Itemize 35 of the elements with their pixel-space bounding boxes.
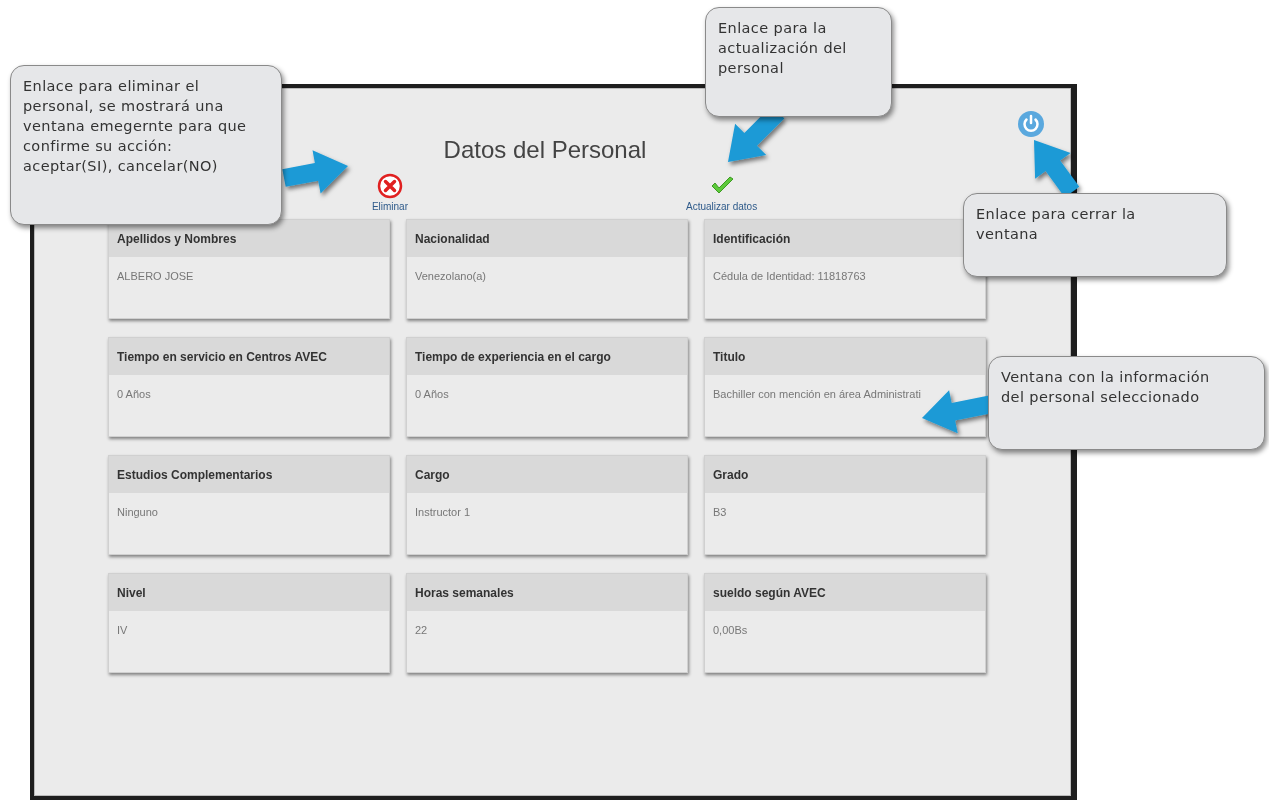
callout-note: Ventana con la información del personal seleccionado <box>988 356 1265 450</box>
field-label: Horas semanales <box>415 585 514 600</box>
field-label: sueldo según AVEC <box>713 585 826 600</box>
field-label: Cargo <box>415 467 450 482</box>
field-value: ALBERO JOSE <box>117 270 194 282</box>
power-icon <box>1016 109 1046 139</box>
field-value: 0 Años <box>117 388 151 400</box>
callout-note: Enlace para cerrar la ventana <box>963 193 1227 277</box>
field-value: Ninguno <box>117 506 158 518</box>
callout-note: Enlace para eliminar el personal, se mostrará una ventana emegernte para que confirme su acción: aceptar(SI), cancelar(NO) <box>10 65 282 225</box>
update-link[interactable]: Actualizar datos <box>686 173 758 219</box>
field-label: Grado <box>713 467 749 482</box>
field-label: Tiempo en servicio en Centros AVEC <box>117 349 327 364</box>
delete-icon <box>376 173 403 199</box>
field-value: Instructor 1 <box>415 506 471 518</box>
field-label: Estudios Complementarios <box>117 467 273 482</box>
field-value: 0,00Bs <box>713 624 748 636</box>
field-value: 22 <box>415 624 428 636</box>
field-label: Apellidos y Nombres <box>117 231 237 246</box>
field-value: 0 Años <box>415 388 449 400</box>
field-value: Venezolano(a) <box>415 270 486 282</box>
field-label: Nivel <box>117 585 146 600</box>
callout-note: Enlace para la actualización del personal <box>705 7 892 117</box>
field-value: Cédula de Identidad: 11818763 <box>713 270 866 282</box>
field-label: Nacionalidad <box>415 231 490 246</box>
field-label: Titulo <box>713 349 746 364</box>
close-button[interactable] <box>1016 109 1046 139</box>
delete-link[interactable]: Eliminar <box>371 173 408 219</box>
window-title: Datos del Personal <box>443 135 647 165</box>
field-value: IV <box>117 624 128 636</box>
field-value: Bachiller con mención en área Administrati <box>713 388 921 400</box>
field-label: Tiempo de experiencia en el cargo <box>415 349 611 364</box>
field-label: Identificación <box>713 231 791 246</box>
pointer-arrow <box>282 150 348 194</box>
field-value: B3 <box>713 506 727 518</box>
